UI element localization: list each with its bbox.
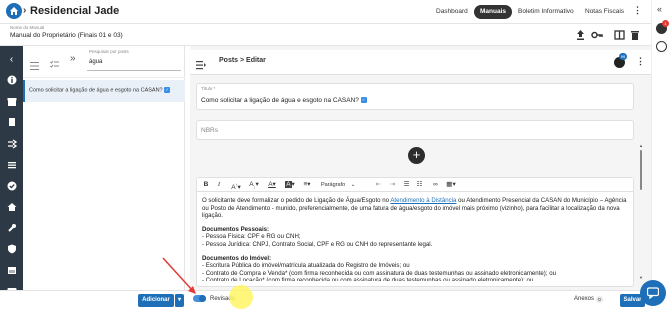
sidebar: ‹ <box>0 46 23 309</box>
more-vert-icon-editor[interactable]: ⋮ <box>636 56 645 67</box>
annexes-count-badge: 0 <box>596 296 603 303</box>
expand-right-icon[interactable]: » <box>70 53 76 64</box>
scroll-thumb[interactable] <box>640 150 642 190</box>
search-input[interactable]: água <box>89 59 102 65</box>
box-icon[interactable] <box>6 96 17 107</box>
font-size-up-icon[interactable]: A↑▾ <box>229 180 243 191</box>
paragraph-intro: O solicitante deve formalizar o pedido d… <box>202 197 627 220</box>
breadcrumb: Posts > Editar <box>219 57 266 64</box>
nav-notas-fiscais[interactable]: Notas Fiscais <box>579 5 630 19</box>
nbrs-label: NBRs <box>201 127 218 134</box>
check-circle-icon[interactable] <box>6 180 17 191</box>
collapse-double-left-icon[interactable]: « <box>657 4 662 14</box>
add-block-button[interactable]: + <box>408 147 425 164</box>
line-compra-venda: - Contrato de Compra e Venda* (com firma… <box>202 269 556 277</box>
menu-icon[interactable] <box>30 57 39 75</box>
support-chat-button[interactable] <box>640 280 666 306</box>
line-pessoa-juridica: - Pessoa Jurídica: CNPJ, Contrato Social… <box>202 240 433 248</box>
highlight-icon[interactable]: A▾ <box>283 180 297 190</box>
toggle-knob <box>199 295 206 302</box>
more-vert-icon[interactable]: ⋮ <box>633 5 642 16</box>
checklist-icon[interactable] <box>50 56 59 74</box>
info-icon[interactable] <box>6 74 17 85</box>
editor-header: Posts > Editar 99 ⋮ <box>190 50 651 75</box>
book-icon[interactable] <box>614 28 625 40</box>
manual-label: Nome do Manual <box>10 25 45 30</box>
nav-boletim[interactable]: Boletim Informativo <box>512 5 580 19</box>
trash-icon[interactable] <box>630 28 640 40</box>
click-highlight <box>229 285 253 309</box>
annexes-label[interactable]: Anexos <box>574 296 594 302</box>
editor-toolbar: B I A↑▾ A↓▾ A▾ A▾ ≡▾ Parágrafo ⌄ ⇤ ⇥ ☰ ☷… <box>197 178 633 192</box>
notification-count-badge: 99 <box>619 53 627 60</box>
font-color-icon[interactable]: A▾ <box>265 180 279 190</box>
home-logo-icon[interactable] <box>6 3 22 19</box>
top-bar: › Residencial Jade Dashboard Manuais Bol… <box>0 0 670 24</box>
heading-docs-pessoais: Documentos Pessoais: <box>202 225 270 233</box>
title-label: Título * <box>201 86 216 91</box>
search-label: Pesquisar por posts <box>89 49 129 54</box>
building-icon[interactable] <box>6 116 17 127</box>
post-list-item-label: Como solicitar a ligação de água e esgot… <box>29 87 171 94</box>
outdent-icon[interactable]: ⇤ <box>374 180 383 190</box>
nbrs-field[interactable]: NBRs <box>196 120 634 140</box>
link-icon[interactable]: ∞ <box>431 180 440 190</box>
key-icon[interactable] <box>591 28 603 40</box>
red-arrow-annotation <box>162 257 196 294</box>
home-icon[interactable] <box>6 201 17 212</box>
notification-badge: 1 <box>662 20 669 27</box>
nav-dashboard[interactable]: Dashboard <box>430 5 474 19</box>
chevron-right-icon: › <box>23 5 27 16</box>
title-value: Como solicitar a ligação de água e esgot… <box>201 97 367 104</box>
title-field[interactable]: Título * Como solicitar a ligação de águ… <box>196 83 634 110</box>
align-icon[interactable]: ≡▾ <box>300 180 314 190</box>
line-pessoa-fisica: - Pessoa Física: CPF e RG ou CNH; <box>202 233 301 241</box>
bottom-action-bar: Adicionar ▾ Revisado Anexos 0 Salvar <box>0 290 651 309</box>
search-underline <box>87 70 181 71</box>
manual-select[interactable]: Manual do Proprietário (Finais 01 e 03) <box>10 32 123 39</box>
collapse-left-icon[interactable]: ‹ <box>6 54 17 65</box>
right-strip: « 1 <box>651 0 670 309</box>
nav-manuais[interactable]: Manuais <box>474 5 513 19</box>
indent-icon[interactable]: ⇥ <box>388 180 397 190</box>
manual-bar: Nome do Manual Manual do Proprietário (F… <box>0 24 651 46</box>
page-title: Residencial Jade <box>30 5 120 17</box>
line-escritura: - Escritura Pública do imóvel/matrícula … <box>202 262 410 270</box>
scroll-up-icon[interactable]: ▲ <box>639 143 643 148</box>
font-size-down-icon[interactable]: A↓▾ <box>247 180 261 190</box>
scroll-down-icon[interactable]: ▼ <box>639 275 643 280</box>
line-locacao: - Contrato de Locação* (com firma reconh… <box>202 277 534 282</box>
wrench-icon[interactable] <box>6 222 17 233</box>
posts-list-toolbar: » Pesquisar por posts água <box>23 46 185 78</box>
numbered-list-icon[interactable]: ☷ <box>415 180 424 190</box>
post-list-item[interactable]: Como solicitar a ligação de água e esgot… <box>23 80 185 102</box>
heading-docs-imovel: Documentos do Imóvel: <box>202 254 272 262</box>
editor-content[interactable]: O solicitante deve formalizar o pedido d… <box>202 197 632 281</box>
atendimento-link[interactable]: Atendimento à Distância <box>390 197 456 204</box>
list-icon[interactable] <box>6 159 17 170</box>
table-icon[interactable]: ▦▾ <box>444 180 458 190</box>
paragraph-select[interactable]: Parágrafo ⌄ <box>321 180 369 190</box>
calendar-icon[interactable] <box>6 264 17 275</box>
bold-button[interactable]: B <box>202 180 210 190</box>
history-icon[interactable] <box>656 41 667 52</box>
bullet-list-icon[interactable]: ☰ <box>402 180 411 190</box>
upload-icon[interactable] <box>575 28 586 40</box>
edit-icon: ✓ <box>164 87 171 93</box>
shuffle-icon[interactable] <box>6 138 17 149</box>
italic-button[interactable]: I <box>215 180 223 190</box>
shield-check-icon[interactable] <box>6 243 17 254</box>
edit-icon: ✓ <box>360 97 367 104</box>
list-toggle-icon[interactable] <box>196 57 206 75</box>
